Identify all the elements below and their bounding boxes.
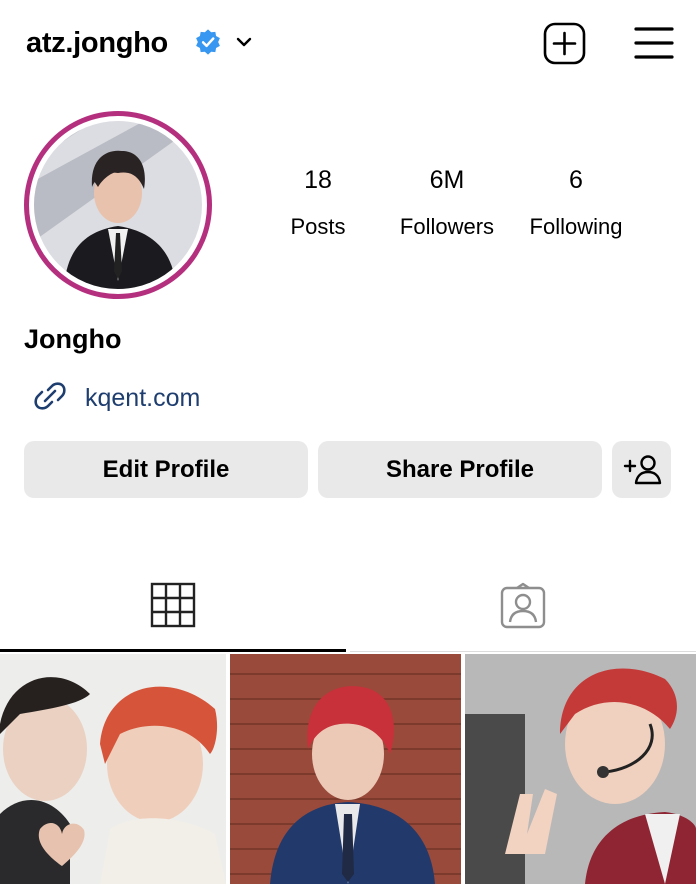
followers-count: 6M <box>429 166 465 194</box>
discover-people-button[interactable] <box>612 441 671 498</box>
following-label: Following <box>529 214 623 239</box>
post-thumbnail-3[interactable] <box>465 654 696 884</box>
link-icon <box>34 382 66 410</box>
profile-photo <box>34 121 202 289</box>
profile-tabs <box>0 560 696 652</box>
edit-profile-button[interactable]: Edit Profile <box>24 441 308 498</box>
posts-count: 18 <box>304 166 332 194</box>
plus-square-icon[interactable] <box>543 22 586 65</box>
stat-following[interactable]: 6 Following <box>506 163 646 242</box>
add-person-icon <box>623 454 661 484</box>
profile-username[interactable]: atz.jongho <box>26 26 168 60</box>
following-count: 6 <box>569 166 583 194</box>
tagged-user-icon <box>500 582 546 628</box>
post-thumbnail-2[interactable] <box>230 654 461 884</box>
profile-avatar[interactable] <box>24 111 212 299</box>
stat-posts[interactable]: 18 Posts <box>248 163 388 242</box>
verified-badge-icon <box>196 29 220 55</box>
chevron-down-icon[interactable] <box>234 32 254 52</box>
followers-label: Followers <box>399 214 495 239</box>
hamburger-menu-icon[interactable] <box>634 25 674 61</box>
top-bar: atz.jongho <box>0 0 696 88</box>
display-name: Jongho <box>24 324 122 354</box>
post-thumbnail-1[interactable] <box>0 654 226 884</box>
tab-posts-grid[interactable] <box>0 560 346 652</box>
tab-tagged[interactable] <box>350 560 696 652</box>
stat-followers[interactable]: 6M Followers <box>377 163 517 242</box>
grid-icon <box>150 582 196 627</box>
share-profile-button[interactable]: Share Profile <box>318 441 602 498</box>
posts-label: Posts <box>290 214 346 239</box>
website-link-text: kqent.com <box>85 384 201 412</box>
